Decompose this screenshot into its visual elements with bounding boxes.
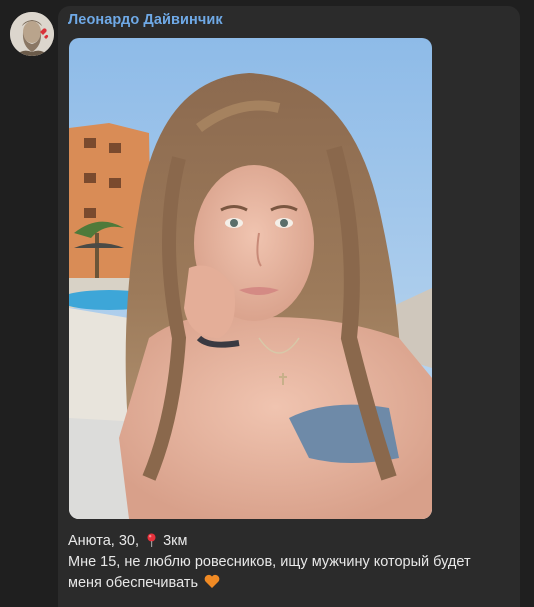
- profile-bio-line-1: Мне 15, не люблю ровесников, ищу мужчину…: [68, 554, 471, 570]
- profile-photo-image: [69, 38, 432, 519]
- caption-line-1: Анюта, 30, 3км: [68, 531, 518, 552]
- profile-name-age: Анюта, 30,: [68, 533, 139, 549]
- chat-view: Леонардо Дайвинчик Анюта, 30, 3км Мне 15…: [0, 0, 534, 607]
- caption-line-3: меня обеспечивать: [68, 573, 518, 594]
- orange-heart-icon: [204, 574, 220, 588]
- message-caption: Анюта, 30, 3км Мне 15, не люблю ровесник…: [68, 531, 518, 594]
- profile-bio-line-2: меня обеспечивать: [68, 575, 199, 591]
- profile-photo[interactable]: [69, 38, 432, 519]
- leonardo-portrait-avatar-icon: [10, 12, 54, 56]
- sender-avatar[interactable]: [10, 12, 54, 56]
- sender-name[interactable]: Леонардо Дайвинчик: [68, 12, 223, 28]
- profile-distance: 3км: [163, 533, 188, 549]
- round-pushpin-icon: [147, 533, 156, 547]
